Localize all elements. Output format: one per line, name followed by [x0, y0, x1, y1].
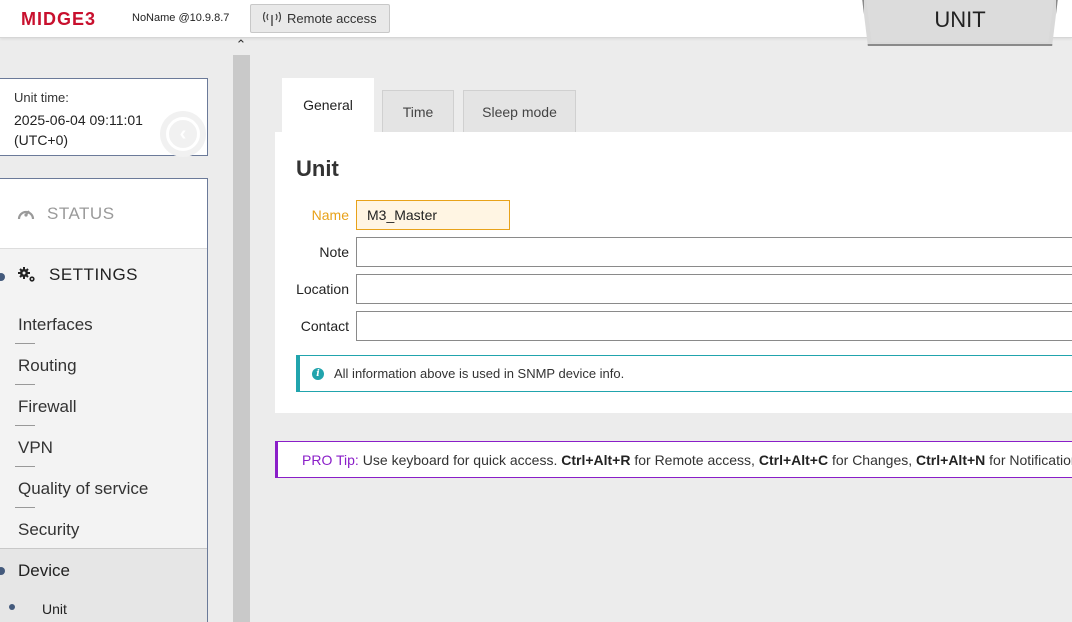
pro-tip-text-remote: for Remote access, [634, 451, 755, 468]
info-text: All information above is used in SNMP de… [334, 366, 625, 381]
sidebar-section-settings: SETTINGS Interfaces Routing Firewall VPN… [0, 249, 207, 549]
unit-time-value: 2025-06-04 09:11:01 (UTC+0) [14, 110, 164, 150]
antenna-icon [263, 11, 281, 26]
sidebar-item-settings[interactable]: SETTINGS [17, 265, 138, 285]
status-label: STATUS [47, 203, 115, 223]
sidebar-item-security[interactable]: Security [18, 520, 79, 540]
remote-access-button[interactable]: Remote access [250, 4, 390, 33]
sidebar-section-device: Device Unit [0, 549, 207, 622]
sidebar-nav: STATUS SETTINGS Interfaces Routing Firew… [0, 178, 208, 622]
info-message: i All information above is used in SNMP … [296, 355, 1072, 392]
unit-tab[interactable]: UNIT [866, 0, 1054, 42]
panel-title: Unit [296, 156, 339, 181]
nav-divider [15, 507, 35, 508]
unit-time-box: Unit time: 2025-06-04 09:11:01 (UTC+0) ‹ [0, 78, 208, 157]
active-dot [0, 273, 5, 281]
chevron-up-icon[interactable]: ⌃ [234, 38, 248, 52]
name-field[interactable] [356, 200, 510, 230]
pro-tip-intro: Use keyboard for quick access. [362, 451, 558, 468]
pro-tip-text-changes: for Changes, [831, 451, 913, 468]
active-dot [9, 604, 15, 610]
speedometer-icon [17, 209, 35, 219]
unit-time-zone: (UTC+0) [14, 132, 69, 148]
name-label: Name [311, 207, 349, 223]
sidebar-item-firewall[interactable]: Firewall [18, 397, 77, 417]
pro-tip-shortcut-changes: Ctrl+Alt+C [758, 451, 829, 468]
sidebar-item-routing[interactable]: Routing [18, 356, 77, 376]
sidebar-item-status[interactable]: STATUS [0, 179, 207, 249]
settings-label: SETTINGS [49, 265, 139, 284]
gears-icon [18, 267, 35, 282]
chevron-left-icon: ‹ [166, 117, 200, 151]
sidebar-item-unit[interactable]: Unit [42, 601, 67, 617]
nav-divider [15, 343, 35, 344]
unit-time-datetime: 2025-06-04 09:11:01 [14, 112, 143, 128]
location-label: Location [296, 281, 349, 297]
location-field[interactable] [356, 274, 1072, 304]
pro-tip-label: PRO Tip: [302, 451, 359, 468]
note-field[interactable] [356, 237, 1072, 267]
unit-settings-panel: Unit Name Note Location Contact i All in… [275, 132, 1072, 413]
contact-label: Contact [300, 318, 349, 334]
nav-divider [15, 384, 35, 385]
tab-time[interactable]: Time [382, 90, 454, 132]
pro-tip-text-notification: for Notification [989, 451, 1072, 468]
app-logo: MIDGE3 [21, 9, 97, 29]
nav-divider [15, 425, 35, 426]
active-dot [0, 567, 5, 575]
sidebar-scrollbar[interactable] [233, 55, 250, 622]
collapse-sidebar-button[interactable]: ‹ [160, 111, 206, 157]
sidebar-item-quality-of-service[interactable]: Quality of service [18, 479, 148, 499]
unit-time-label: Unit time: [14, 90, 69, 105]
device-hostname: NoName @10.9.8.7 [132, 12, 230, 24]
pro-tip-banner: PRO Tip: Use keyboard for quick access. … [275, 441, 1072, 478]
nav-divider [15, 466, 35, 467]
pro-tip-shortcut-notification: Ctrl+Alt+N [916, 451, 986, 468]
sidebar-item-vpn[interactable]: VPN [18, 438, 53, 458]
tab-general[interactable]: General [282, 78, 374, 132]
sidebar-item-device[interactable]: Device [18, 561, 70, 581]
contact-field[interactable] [356, 311, 1072, 341]
tab-sleep-mode[interactable]: Sleep mode [463, 90, 576, 132]
sidebar-item-interfaces[interactable]: Interfaces [18, 315, 93, 335]
remote-access-label: Remote access [287, 11, 377, 26]
note-label: Note [319, 244, 349, 260]
pro-tip-shortcut-remote: Ctrl+Alt+R [561, 451, 631, 468]
info-icon: i [312, 367, 324, 380]
